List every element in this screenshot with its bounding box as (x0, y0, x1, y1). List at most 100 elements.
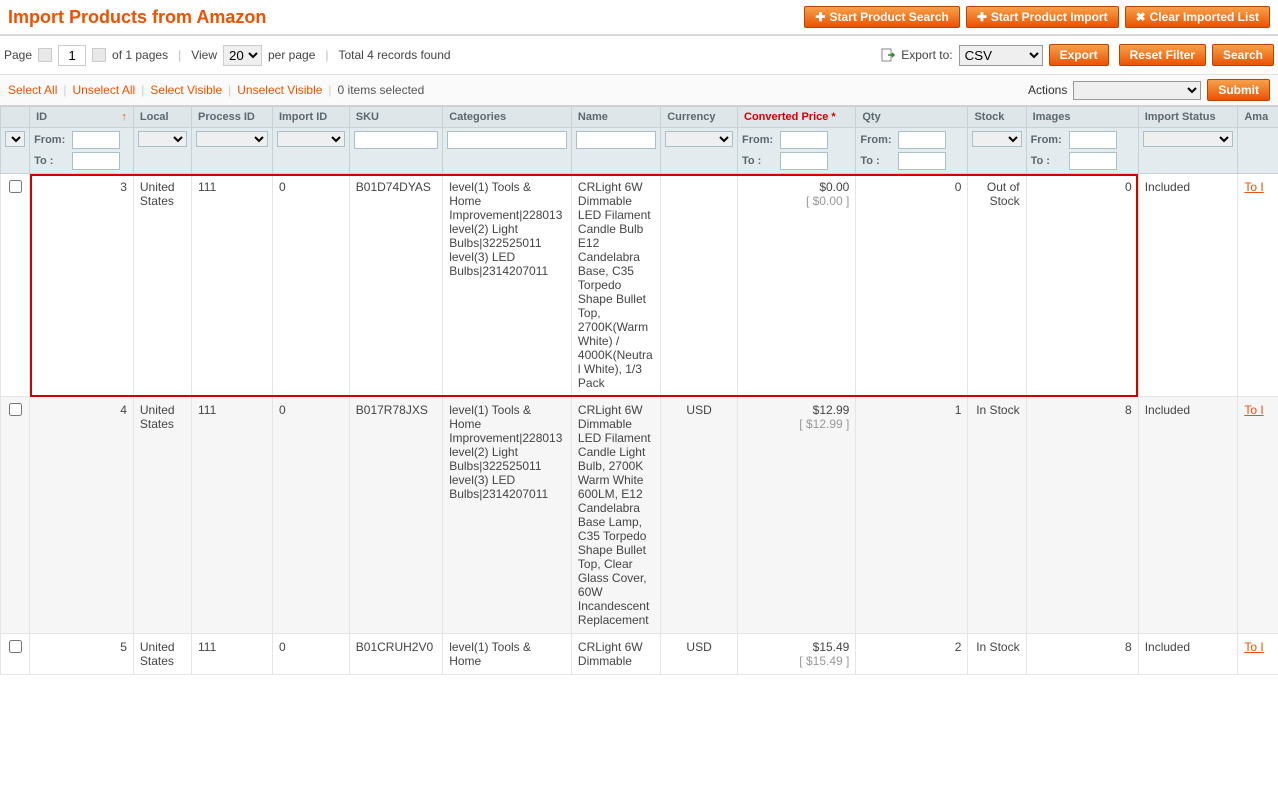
table-row[interactable]: 5United States1110B01CRUH2V0level(1) Too… (1, 634, 1278, 675)
reset-filter-button[interactable]: Reset Filter (1119, 44, 1206, 66)
items-selected-count: 0 items selected (338, 83, 425, 97)
search-button[interactable]: Search (1212, 44, 1274, 66)
filter-sku[interactable] (354, 131, 438, 149)
export-group: Export to: CSV Export (881, 44, 1108, 66)
col-qty[interactable]: Qty (856, 107, 968, 128)
cell-import-status: Included (1138, 174, 1238, 397)
col-action[interactable]: Ama (1238, 107, 1278, 128)
col-converted-price[interactable]: Converted Price * (738, 107, 856, 128)
cell-price: $12.99[ $12.99 ] (738, 397, 856, 634)
col-import-status[interactable]: Import Status (1138, 107, 1238, 128)
filter-qty-to[interactable] (898, 152, 946, 170)
col-images[interactable]: Images (1026, 107, 1138, 128)
prev-page-icon[interactable] (38, 48, 52, 62)
select-visible-link[interactable]: Select Visible (150, 83, 222, 97)
row-action-link[interactable]: To I (1244, 640, 1263, 654)
export-button[interactable]: Export (1049, 44, 1109, 66)
col-categories[interactable]: Categories (443, 107, 572, 128)
select-all-link[interactable]: Select All (8, 83, 57, 97)
row-checkbox[interactable] (9, 180, 22, 193)
col-import-id[interactable]: Import ID (272, 107, 349, 128)
filter-currency[interactable] (665, 131, 733, 147)
filter-import-id[interactable] (277, 131, 345, 147)
export-format-select[interactable]: CSV (959, 45, 1043, 66)
filter-row: Any From: To : From: To : From: To : Fr (1, 128, 1278, 174)
export-label: Export to: (901, 48, 952, 62)
header-row: ID↑ Local Process ID Import ID SKU Categ… (1, 107, 1278, 128)
cell-categories: level(1) Tools & Home Improvement|228013… (443, 397, 572, 634)
grid-wrap: ID↑ Local Process ID Import ID SKU Categ… (0, 106, 1278, 675)
next-page-icon[interactable] (92, 48, 106, 62)
cell-id: 5 (30, 634, 134, 675)
table-row[interactable]: 4United States1110B017R78JXSlevel(1) Too… (1, 397, 1278, 634)
col-sku[interactable]: SKU (349, 107, 442, 128)
filter-price-from[interactable] (780, 131, 828, 149)
header-bar: Import Products from Amazon ✚Start Produ… (0, 0, 1278, 36)
col-currency[interactable]: Currency (661, 107, 738, 128)
cross-icon: ✖ (1136, 10, 1146, 24)
row-checkbox[interactable] (9, 403, 22, 416)
col-name[interactable]: Name (571, 107, 660, 128)
row-checkbox[interactable] (9, 640, 22, 653)
filter-categories[interactable] (447, 131, 567, 149)
page-title: Import Products from Amazon (8, 7, 266, 28)
unselect-all-link[interactable]: Unselect All (72, 83, 135, 97)
cell-stock: Out of Stock (968, 174, 1026, 397)
cell-price: $0.00[ $0.00 ] (738, 174, 856, 397)
filter-any-select[interactable]: Any (5, 131, 25, 147)
filter-id-from[interactable] (72, 131, 120, 149)
actions-select[interactable] (1073, 81, 1201, 100)
clear-imported-list-button[interactable]: ✖Clear Imported List (1125, 6, 1270, 28)
products-grid: ID↑ Local Process ID Import ID SKU Categ… (0, 106, 1278, 675)
row-action-link[interactable]: To I (1244, 180, 1263, 194)
row-action-link[interactable]: To I (1244, 403, 1263, 417)
submit-button[interactable]: Submit (1207, 79, 1270, 101)
view-label: View (191, 48, 217, 62)
filter-import-status[interactable] (1143, 131, 1234, 147)
cell-sku: B017R78JXS (349, 397, 442, 634)
filter-process-id[interactable] (196, 131, 268, 147)
page-input[interactable] (58, 45, 86, 66)
unselect-visible-link[interactable]: Unselect Visible (237, 83, 322, 97)
cell-sku: B01CRUH2V0 (349, 634, 442, 675)
pager-left: Page of 1 pages | View 20 per page | Tot… (4, 45, 451, 66)
filter-stock[interactable] (972, 131, 1021, 147)
filter-images-to[interactable] (1069, 152, 1117, 170)
cell-categories: level(1) Tools & Home Improvement|228013… (443, 174, 572, 397)
start-product-import-button[interactable]: ✚Start Product Import (966, 6, 1119, 28)
per-page-select[interactable]: 20 (223, 45, 262, 66)
cell-currency: USD (661, 634, 738, 675)
cell-stock: In Stock (968, 634, 1026, 675)
pager-bar: Page of 1 pages | View 20 per page | Tot… (0, 36, 1278, 74)
col-id[interactable]: ID↑ (30, 107, 134, 128)
filter-local[interactable] (138, 131, 187, 147)
cell-import-id: 0 (272, 397, 349, 634)
selection-links: Select All| Unselect All| Select Visible… (8, 83, 424, 97)
header-buttons: ✚Start Product Search ✚Start Product Imp… (804, 6, 1270, 28)
cell-import-id: 0 (272, 174, 349, 397)
col-checkbox[interactable] (1, 107, 30, 128)
filter-id-to[interactable] (72, 152, 120, 170)
cell-currency (661, 174, 738, 397)
actions-label: Actions (1028, 83, 1067, 97)
cell-sku: B01D74DYAS (349, 174, 442, 397)
col-stock[interactable]: Stock (968, 107, 1026, 128)
cell-name: CRLight 6W Dimmable (571, 634, 660, 675)
filter-name[interactable] (576, 131, 656, 149)
filter-qty-from[interactable] (898, 131, 946, 149)
cell-images: 8 (1026, 634, 1138, 675)
per-page-label: per page (268, 48, 315, 62)
start-product-search-button[interactable]: ✚Start Product Search (804, 6, 959, 28)
col-process-id[interactable]: Process ID (192, 107, 273, 128)
cell-local: United States (133, 634, 191, 675)
cell-import-status: Included (1138, 397, 1238, 634)
cell-qty: 0 (856, 174, 968, 397)
table-row[interactable]: 3United States1110B01D74DYASlevel(1) Too… (1, 174, 1278, 397)
col-local[interactable]: Local (133, 107, 191, 128)
plus-icon: ✚ (977, 10, 987, 24)
cell-process-id: 111 (192, 397, 273, 634)
filter-price-to[interactable] (780, 152, 828, 170)
cell-local: United States (133, 174, 191, 397)
total-records: Total 4 records found (339, 48, 451, 62)
filter-images-from[interactable] (1069, 131, 1117, 149)
